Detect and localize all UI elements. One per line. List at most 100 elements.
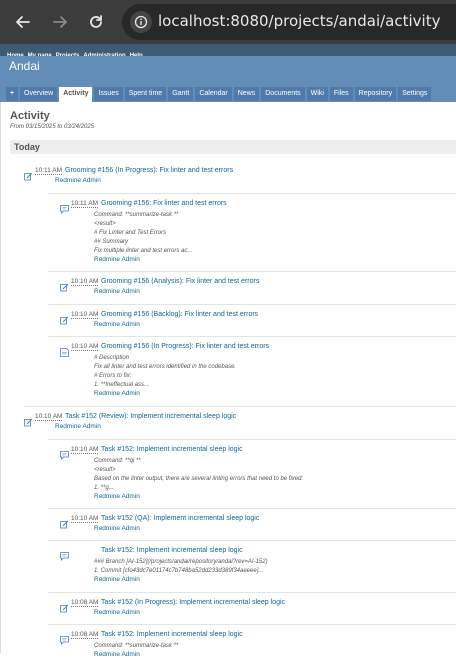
entry-time: 10:10 AM (71, 343, 99, 351)
date-range: From 03/15/2025 to 03/24/2025 (10, 124, 95, 130)
day-header: Today (10, 140, 456, 154)
tab-wiki[interactable]: Wiki (306, 87, 328, 101)
entry-separator (48, 336, 456, 337)
entry-separator (24, 406, 456, 407)
content: Activity From 03/15/2025 to 03/24/2025 T… (0, 102, 456, 658)
page-title: Activity (10, 110, 50, 122)
entry-separator (48, 271, 456, 272)
top-menu: HomeMy pageProjectsAdministrationHelp (0, 44, 456, 59)
entry-description-line: 1. **Ineffectual ass... (94, 382, 150, 388)
entry-author-link[interactable]: Redmine Admin (55, 423, 101, 430)
entry-separator (48, 304, 456, 305)
entry-time: 10:08 AM (71, 599, 99, 607)
back-button[interactable] (10, 9, 36, 35)
entry-description-line: Fix multiple linter and test errors ac..… (94, 248, 193, 254)
tab-documents[interactable]: Documents (261, 87, 305, 101)
entry-title-link[interactable]: Task #152: Implement incremental sleep l… (101, 446, 243, 453)
entry-description-line: Command: **summarize-task ** (94, 212, 179, 218)
entry-author-link[interactable]: Redmine Admin (94, 321, 140, 328)
entry-description-line: ## Summary (94, 239, 129, 245)
entry-time: 10:08 AM (71, 631, 99, 639)
issue-note-icon (60, 632, 69, 645)
entry-description-line: # Errors to fix: (94, 373, 132, 379)
entry-description-line: # Fix Linter and Test Errors (94, 230, 167, 236)
site-info-button[interactable] (130, 11, 152, 33)
tab-repository[interactable]: Repository (354, 87, 397, 101)
issue-edit-icon (60, 600, 69, 613)
url-text: localhost:8080/projects/andai/activity (158, 12, 441, 30)
entry-description-line: # Description (94, 355, 130, 361)
tab-settings[interactable]: Settings (398, 87, 432, 101)
entry-description-line: <result> (94, 221, 116, 227)
entry-description-line: 1. Commit [cfo43dc7e01174c7b748ba52dd233… (94, 568, 264, 574)
tab-issues[interactable]: Issues (94, 87, 123, 101)
entry-time: 10:10 AM (71, 311, 99, 319)
tab-overview[interactable]: Overview (20, 87, 58, 101)
entry-title-link[interactable]: Grooming #156 (Backlog): Fix linter and … (101, 311, 258, 318)
issue-edit-icon (60, 516, 69, 529)
entry-title-link[interactable]: Grooming #156 (Analysis): Fix linter and… (101, 278, 259, 285)
arrow-right-icon (53, 16, 67, 28)
entry-description-line: Command: **summarize-task ** (94, 643, 179, 649)
new-object-tab[interactable]: + (6, 87, 18, 101)
entry-time: 10:11 AM (35, 167, 62, 175)
entry-description-line: Fix all linter and test errors identifie… (94, 364, 237, 370)
entry-separator (48, 439, 456, 440)
tab-news[interactable]: News (233, 87, 260, 101)
issue-note-icon (60, 201, 69, 214)
issue-edit-icon (60, 312, 69, 325)
entry-author-link[interactable]: Redmine Admin (94, 493, 140, 500)
forward-button[interactable] (47, 9, 73, 35)
entry-description-line: ### Branch [AI-152](/projects/andai/repo… (94, 559, 268, 565)
entry-time: 10:11 AM (71, 200, 98, 208)
entry-title-link[interactable]: Grooming #156 (In Progress): Fix linter … (65, 167, 233, 174)
project-title: Andai (9, 59, 40, 73)
entry-author-link[interactable]: Redmine Admin (94, 390, 140, 397)
reload-icon (90, 15, 102, 28)
main-menu: + Overview Activity Issues Spent time Gantt Ca… (6, 87, 433, 102)
entry-description-line: <result> (94, 467, 116, 473)
entry-separator (48, 624, 456, 625)
entry-description-line: Command: **qi ** (94, 458, 141, 464)
entry-title-link[interactable]: Task #152 (Review): Implement incrementa… (65, 413, 236, 420)
entry-title-link[interactable]: Grooming #156: Fix linter and test error… (101, 200, 227, 207)
issue-note-icon (60, 548, 69, 561)
tab-activity[interactable]: Activity (59, 87, 93, 102)
tab-gantt[interactable]: Gantt (168, 87, 194, 101)
entry-time: 10:10 AM (71, 446, 99, 454)
entry-separator (48, 540, 456, 541)
entry-description-line: 1. **g... (94, 485, 114, 491)
reload-button[interactable] (83, 9, 109, 35)
entry-author-link[interactable]: Redmine Admin (94, 576, 140, 583)
entry-author-link[interactable]: Redmine Admin (94, 525, 140, 532)
arrow-left-icon (16, 16, 30, 28)
entry-separator (48, 592, 456, 593)
entry-title-link[interactable]: Task #152 (QA): Implement incremental sl… (101, 515, 259, 522)
entry-title-link[interactable]: Task #152: Implement incremental sleep l… (101, 547, 243, 554)
entry-title-link[interactable]: Task #152 (In Progress): Implement incre… (101, 599, 285, 606)
entry-title-link[interactable]: Grooming #156 (In Progress): Fix linter … (101, 343, 269, 350)
tab-spent-time[interactable]: Spent time (124, 87, 167, 101)
entry-time: 10:10 AM (71, 278, 99, 286)
entry-author-link[interactable]: Redmine Admin (94, 609, 140, 616)
issue-edit-icon (60, 279, 69, 292)
tab-calendar[interactable]: Calendar (195, 87, 232, 101)
issue-new-icon (60, 344, 69, 357)
info-icon (134, 15, 148, 29)
entry-time: 10:10 AM (35, 413, 63, 421)
issue-edit-icon (24, 168, 33, 181)
issue-edit-icon (24, 414, 33, 427)
entry-time: 10:10 AM (71, 515, 99, 523)
address-bar[interactable]: localhost:8080/projects/andai/activity (122, 4, 456, 40)
entry-title-link[interactable]: Task #152: Implement incremental sleep l… (101, 631, 243, 638)
issue-note-icon (60, 447, 69, 460)
entry-author-link[interactable]: Redmine Admin (94, 651, 140, 658)
entry-author-link[interactable]: Redmine Admin (94, 288, 140, 295)
entry-description-line: Based on the linter output, there are se… (94, 476, 304, 482)
browser-toolbar: localhost:8080/projects/andai/activity (0, 0, 456, 44)
entry-separator (48, 193, 456, 194)
entry-author-link[interactable]: Redmine Admin (94, 256, 140, 263)
entry-separator (48, 508, 456, 509)
tab-files[interactable]: Files (329, 87, 353, 101)
entry-author-link[interactable]: Redmine Admin (55, 177, 101, 184)
